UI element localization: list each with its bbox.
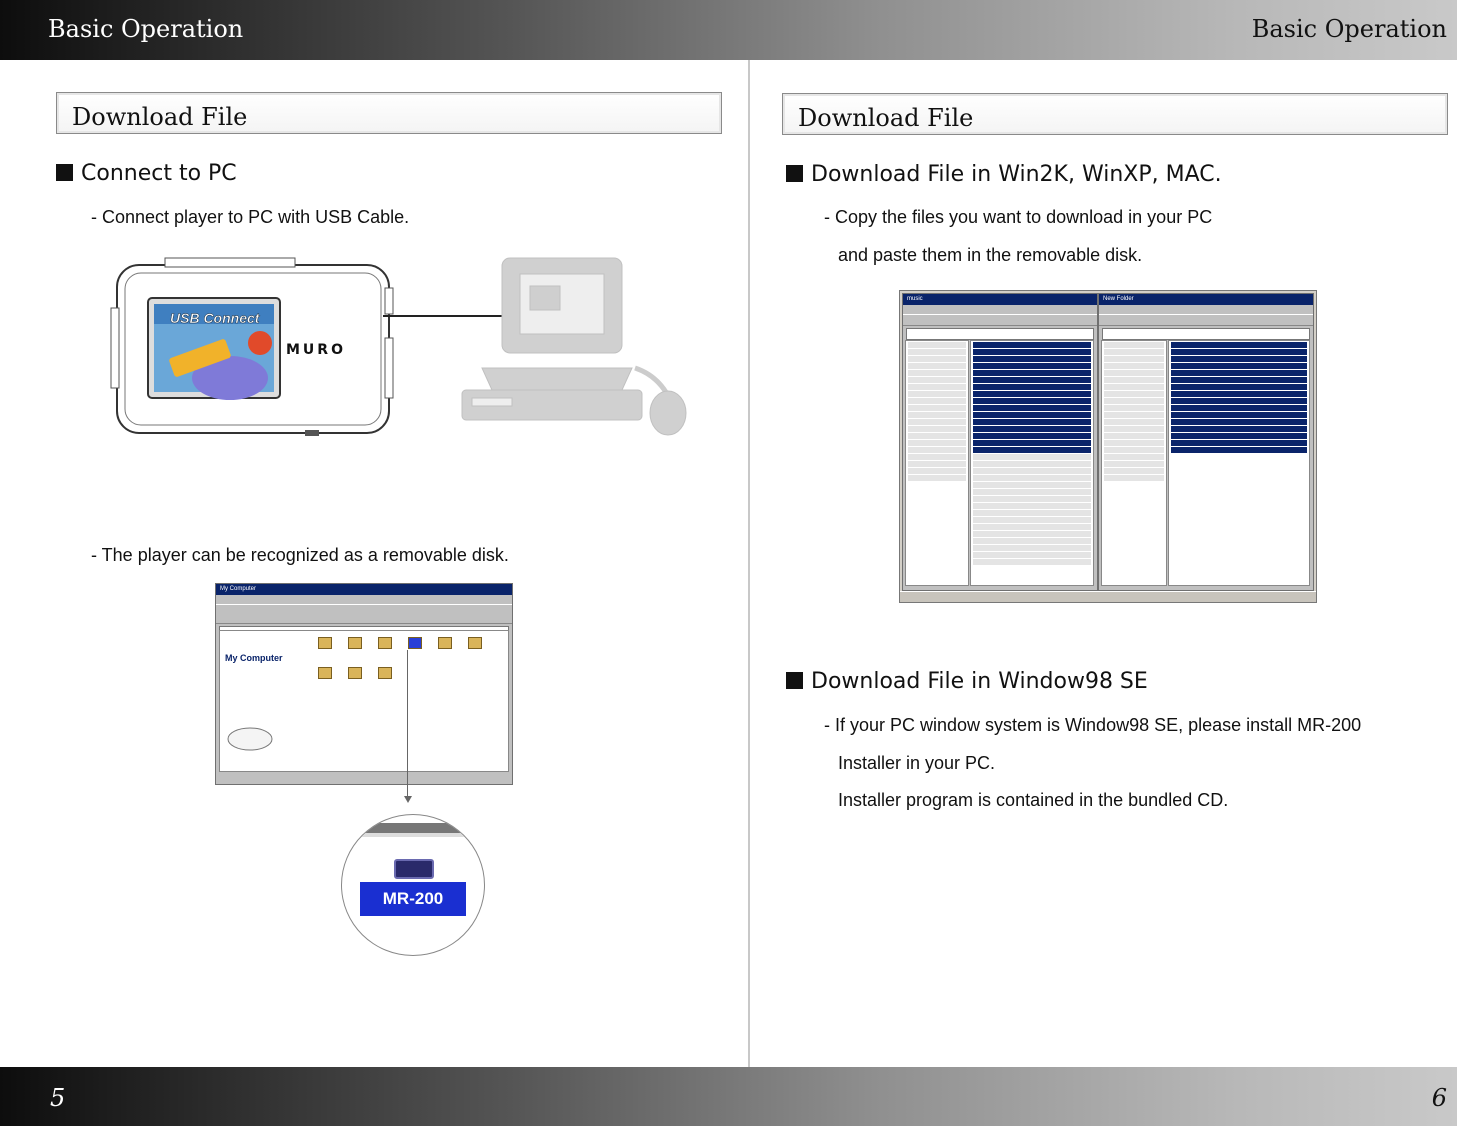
win98-instruction-3: Installer program is contained in the bu…: [838, 790, 1229, 810]
mp3-player-device: USB Connect MURO: [110, 257, 394, 436]
folder-tree: [1101, 340, 1167, 586]
section-title-box-right: Download File: [782, 93, 1448, 135]
disk-pie-icon: [227, 727, 273, 751]
explorer-screenshot: music New Folder: [899, 290, 1317, 603]
explorer-window-new-folder: New Folder: [1098, 293, 1314, 591]
window-content: My Computer: [219, 630, 509, 772]
copy-instruction-2: and paste them in the removable disk.: [838, 245, 1143, 265]
section-title-left: Download File: [72, 103, 248, 131]
folder-tree: [905, 340, 969, 586]
explorer-window-title: music: [903, 294, 1097, 305]
explorer-window-music: music: [902, 293, 1098, 591]
window-title: My Computer: [216, 584, 512, 595]
callout-arrow-head: [404, 796, 412, 803]
footer-bar: [0, 1067, 1457, 1126]
device-brand: MURO: [286, 342, 346, 358]
removable-disk-instruction: - The player can be recognized as a remo…: [91, 545, 509, 565]
header-title-right: Basic Operation: [1251, 15, 1447, 43]
explorer-window-title: New Folder: [1099, 294, 1313, 305]
heading-download-win2k: Download File in Win2K, WinXP, MAC.: [786, 162, 1222, 187]
square-bullet-icon: [786, 165, 803, 182]
square-bullet-icon: [786, 672, 803, 689]
removable-disk-icon: [408, 637, 422, 649]
page-divider: [748, 60, 750, 1067]
connect-instruction: - Connect player to PC with USB Cable.: [91, 207, 410, 227]
my-computer-window: My Computer My Computer: [215, 583, 513, 785]
window-menu: [216, 595, 512, 604]
section-title-box-left: Download File: [56, 92, 722, 134]
header-title-left: Basic Operation: [48, 15, 244, 43]
device-to-pc-illustration: USB Connect MURO: [110, 257, 687, 436]
file-list-selected: [970, 340, 1094, 586]
device-screen-text: USB Connect: [170, 310, 261, 326]
page-number-left: 5: [50, 1084, 66, 1112]
win98-instruction-2: Installer in your PC.: [838, 753, 996, 773]
removable-disk-large-icon: [394, 859, 434, 879]
mr200-label: MR-200: [360, 882, 466, 916]
computer-icon: [461, 257, 687, 436]
heading-connect-to-pc: Connect to PC: [56, 161, 237, 186]
heading-download-win98: Download File in Window98 SE: [786, 669, 1148, 694]
file-list-pasted: [1168, 340, 1310, 586]
section-title-right: Download File: [798, 104, 974, 132]
win98-instruction-1: - If your PC window system is Window98 S…: [824, 715, 1362, 735]
window-toolbar: [216, 604, 512, 624]
copy-instruction-1: - Copy the files you want to download in…: [824, 207, 1213, 227]
window-heading: My Computer: [225, 653, 283, 663]
page-number-right: 6: [1431, 1084, 1447, 1112]
square-bullet-icon: [56, 164, 73, 181]
taskbar: [900, 591, 1316, 602]
callout-arrow-line: [407, 650, 408, 798]
